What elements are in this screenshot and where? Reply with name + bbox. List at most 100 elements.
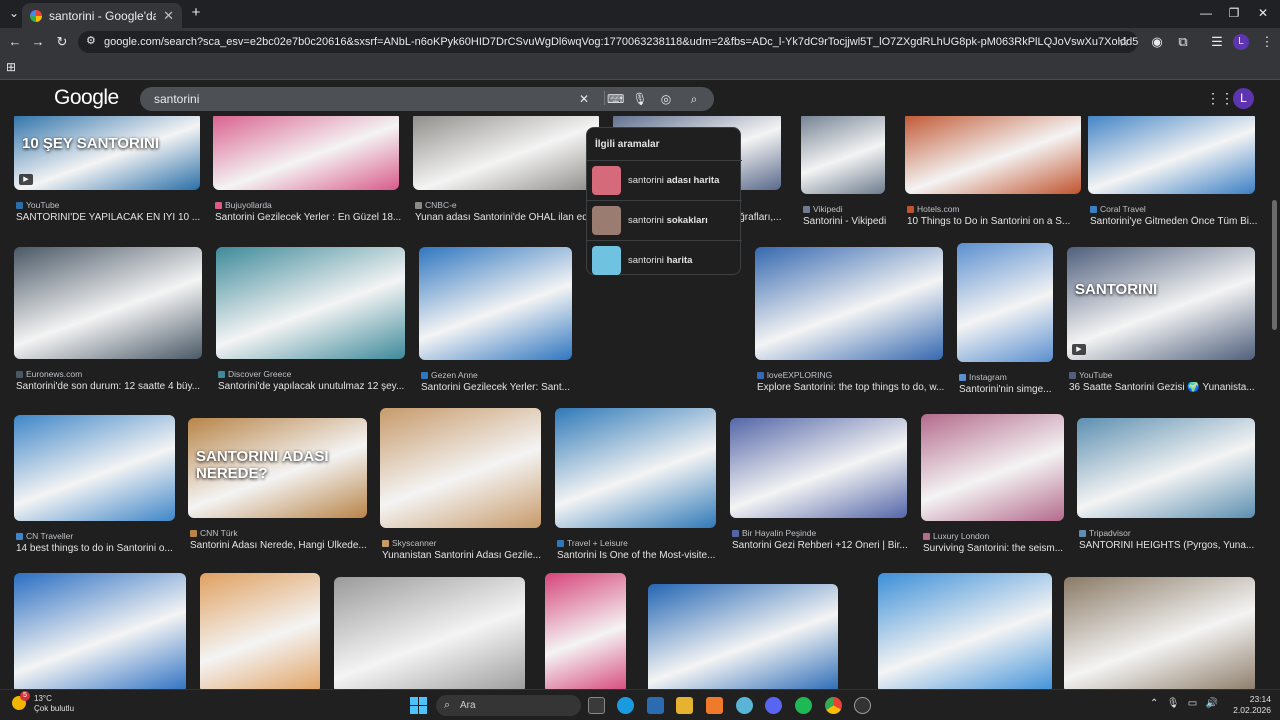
- profile-avatar[interactable]: L: [1233, 34, 1249, 50]
- result-source[interactable]: CN Traveller: [16, 531, 73, 541]
- spotify-icon[interactable]: [795, 697, 812, 714]
- result-caption[interactable]: Explore Santorini: the top things to do,…: [757, 382, 949, 393]
- result-thumbnail[interactable]: [14, 247, 202, 359]
- address-bar[interactable]: ⚙ google.com/search?sca_esv=e2bc02e7b0c2…: [78, 31, 1138, 53]
- result-thumbnail[interactable]: [334, 577, 525, 689]
- result-thumbnail[interactable]: [14, 573, 186, 689]
- image-result[interactable]: SANTORINI ▶ YouTube 36 Saatte Santorini Gez…: [1067, 247, 1255, 400]
- app-icon[interactable]: [854, 697, 871, 714]
- discord-icon[interactable]: [765, 697, 782, 714]
- result-source[interactable]: CNN Türk: [190, 528, 238, 538]
- result-thumbnail[interactable]: [213, 116, 399, 190]
- result-caption[interactable]: Santorini Gezilecek Yerler: Sant...: [421, 382, 578, 393]
- result-thumbnail[interactable]: [648, 584, 838, 689]
- google-logo[interactable]: Google: [54, 86, 119, 110]
- image-result[interactable]: [1064, 577, 1255, 689]
- result-thumbnail[interactable]: [905, 116, 1081, 194]
- result-caption[interactable]: 14 best things to do in Santorini o...: [16, 543, 181, 554]
- search-input[interactable]: santorini: [140, 87, 714, 111]
- image-result[interactable]: Hotels.com 10 Things to Do in Santorini o…: [905, 116, 1081, 234]
- result-source[interactable]: Gezen Anne: [421, 370, 478, 380]
- lens-search-icon[interactable]: ◎: [658, 91, 674, 107]
- result-thumbnail[interactable]: [921, 414, 1064, 521]
- image-result[interactable]: CNBC-e Yunan adası Santorini'de OHAL ilan…: [413, 116, 600, 230]
- result-caption[interactable]: 10 Things to Do in Santorini on a S...: [907, 216, 1087, 227]
- image-result[interactable]: Luxury London Surviving Santorini: the se…: [921, 414, 1064, 561]
- result-thumbnail[interactable]: [545, 573, 626, 689]
- result-thumbnail[interactable]: [419, 247, 572, 360]
- image-result[interactable]: SANTORINI ADASI NEREDE? CNN Türk Santorini…: [188, 418, 367, 558]
- system-tray[interactable]: ⌃ 🎙 ▭ 🔊: [1150, 698, 1218, 709]
- image-result[interactable]: CN Traveller 14 best things to do in Sant…: [14, 415, 175, 561]
- result-thumbnail[interactable]: SANTORINI ADASI NEREDE?: [188, 418, 367, 518]
- result-source[interactable]: Tripadvisor: [1079, 528, 1131, 538]
- restore-icon[interactable]: ❐: [1222, 4, 1246, 22]
- result-source[interactable]: YouTube: [1069, 370, 1112, 380]
- result-source[interactable]: Euronews.com: [16, 369, 82, 379]
- result-source[interactable]: Discover Greece: [218, 369, 291, 379]
- image-result[interactable]: [200, 573, 320, 689]
- browser-menu-icon[interactable]: ⋮: [1258, 33, 1276, 51]
- result-caption[interactable]: Yunanistan Santorini Adası Gezile...: [382, 550, 547, 561]
- result-thumbnail[interactable]: [14, 415, 175, 521]
- new-tab-button[interactable]: +: [184, 4, 208, 22]
- result-caption[interactable]: Santorini Is One of the Most-visite...: [557, 550, 722, 561]
- result-caption[interactable]: Santorini - Vikipedi: [803, 216, 891, 227]
- result-thumbnail[interactable]: SANTORINI ▶: [1067, 247, 1255, 360]
- store-icon[interactable]: [647, 697, 664, 714]
- result-thumbnail[interactable]: 10 ŞEY SANTORINI ▶: [14, 116, 200, 190]
- related-item[interactable]: santorini harita: [587, 240, 742, 280]
- result-caption[interactable]: SANTORINI HEIGHTS (Pyrgos, Yuna...: [1079, 540, 1261, 551]
- result-source[interactable]: Bir Hayalin Peşinde: [732, 528, 816, 538]
- chrome-icon[interactable]: [825, 697, 842, 714]
- image-result[interactable]: Vikipedi Santorini - Vikipedi: [801, 116, 886, 234]
- image-result[interactable]: [334, 577, 525, 689]
- windows-start-icon[interactable]: [410, 697, 427, 714]
- reading-list-icon[interactable]: ☰: [1208, 33, 1226, 51]
- result-thumbnail[interactable]: [216, 247, 405, 359]
- result-caption[interactable]: Yunan adası Santorini'de OHAL ilan edild…: [415, 212, 605, 223]
- image-result[interactable]: Skyscanner Yunanistan Santorini Adası Gez…: [380, 408, 541, 568]
- edge-icon[interactable]: [617, 697, 634, 714]
- image-result[interactable]: Bir Hayalin Peşinde Santorini Gezi Rehber…: [730, 418, 908, 558]
- result-source[interactable]: Instagram: [959, 372, 1007, 382]
- result-thumbnail[interactable]: [555, 408, 716, 528]
- result-source[interactable]: Travel + Leisure: [557, 538, 628, 548]
- bookmark-star-icon[interactable]: ☆: [1115, 33, 1133, 51]
- result-thumbnail[interactable]: [1077, 418, 1255, 518]
- apps-grid-icon[interactable]: ⊞: [6, 60, 16, 74]
- clock[interactable]: 23:14 2.02.2026: [1233, 694, 1271, 716]
- image-result[interactable]: Travel + Leisure Santorini Is One of the …: [555, 408, 716, 568]
- account-avatar[interactable]: L: [1233, 88, 1254, 109]
- clear-search-icon[interactable]: ✕: [576, 91, 592, 107]
- result-caption[interactable]: SANTORİNİ'DE YAPILACAK EN İYİ 10 ...: [16, 212, 206, 223]
- extension-icon[interactable]: ◉: [1148, 33, 1166, 51]
- tab-close-icon[interactable]: ✕: [163, 8, 174, 24]
- result-thumbnail[interactable]: [755, 247, 943, 360]
- result-thumbnail[interactable]: [730, 418, 907, 518]
- result-caption[interactable]: Santorini'de yapılacak unutulmaz 12 şey.…: [218, 381, 411, 392]
- result-thumbnail[interactable]: [878, 573, 1052, 689]
- result-caption[interactable]: Santorini'ye Gitmeden Önce Tüm Bi...: [1090, 216, 1261, 227]
- image-result[interactable]: [545, 573, 626, 689]
- result-source[interactable]: Bujuyollarda: [215, 200, 272, 210]
- image-result[interactable]: [14, 573, 186, 689]
- related-item[interactable]: santorini sokakları: [587, 200, 742, 240]
- result-caption[interactable]: Santorini'de son durum: 12 saatte 4 büy.…: [16, 381, 208, 392]
- result-source[interactable]: Hotels.com: [907, 204, 960, 214]
- image-result[interactable]: Gezen Anne Santorini Gezilecek Yerler: Sa…: [419, 247, 572, 400]
- scrollbar-thumb[interactable]: [1272, 200, 1277, 330]
- weather-widget[interactable]: 5 13°C Çok bulutlu: [12, 691, 74, 714]
- image-result[interactable]: 10 ŞEY SANTORINI ▶ YouTube SANTORİNİ'DE YAP…: [14, 116, 200, 230]
- result-thumbnail[interactable]: [413, 116, 599, 190]
- tab-active[interactable]: santorini - Google'da Ara ✕: [22, 3, 182, 28]
- image-result[interactable]: Bujuyollarda Santorini Gezilecek Yerler :…: [213, 116, 401, 230]
- image-result[interactable]: Instagram Santorini'nin simge...: [957, 243, 1053, 402]
- site-info-icon[interactable]: ⚙: [86, 34, 96, 47]
- result-thumbnail[interactable]: [801, 116, 885, 194]
- extensions-puzzle-icon[interactable]: ⧉: [1174, 33, 1192, 51]
- result-thumbnail[interactable]: [957, 243, 1053, 362]
- image-result[interactable]: Discover Greece Santorini'de yapılacak un…: [216, 247, 405, 399]
- image-result[interactable]: [648, 584, 838, 689]
- result-source[interactable]: Skyscanner: [382, 538, 436, 548]
